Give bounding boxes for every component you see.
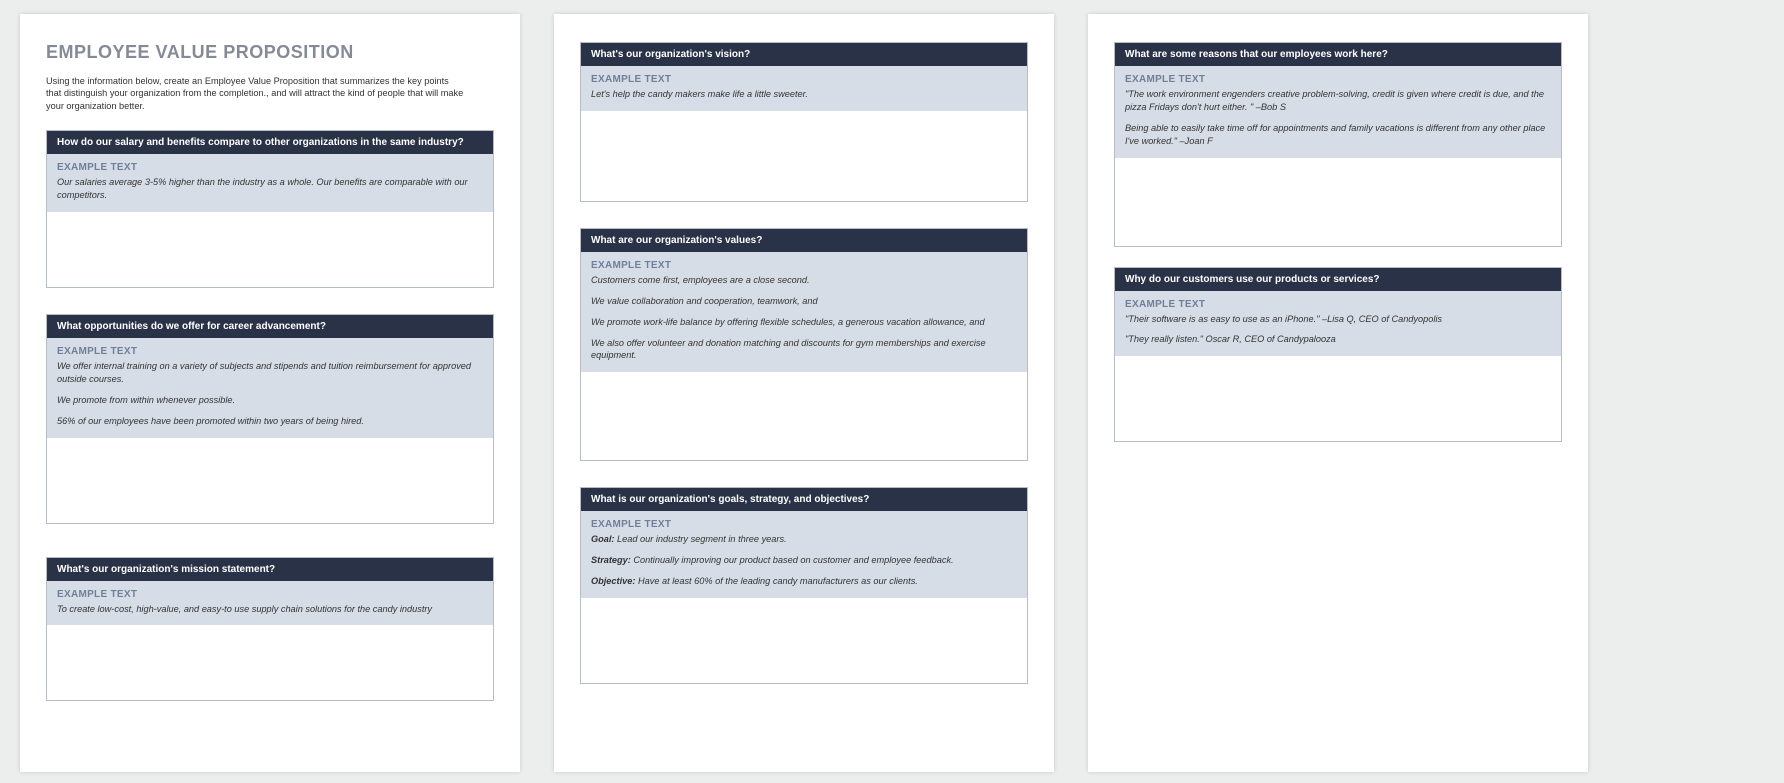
example-line: We promote work-life balance by offering… xyxy=(591,316,1017,329)
page-2: What's our organization's vision? EXAMPL… xyxy=(554,14,1054,772)
section-customers-answer[interactable] xyxy=(1115,356,1561,441)
example-line: Our salaries average 3-5% higher than th… xyxy=(57,176,483,202)
section-values: What are our organization's values? EXAM… xyxy=(580,228,1028,461)
section-vision: What's our organization's vision? EXAMPL… xyxy=(580,42,1028,202)
example-line: Goal: Lead our industry segment in three… xyxy=(591,533,1017,546)
section-goals-answer[interactable] xyxy=(581,598,1027,683)
section-reasons-answer[interactable] xyxy=(1115,158,1561,246)
section-salary-answer[interactable] xyxy=(47,212,493,287)
section-goals-question: What is our organization's goals, strate… xyxy=(581,488,1027,511)
example-line: "Their software is as easy to use as an … xyxy=(1125,313,1551,326)
section-vision-example: EXAMPLE TEXT Let's help the candy makers… xyxy=(581,66,1027,111)
section-reasons-question: What are some reasons that our employees… xyxy=(1115,43,1561,66)
section-vision-answer[interactable] xyxy=(581,111,1027,201)
section-mission-answer[interactable] xyxy=(47,625,493,700)
section-vision-question: What's our organization's vision? xyxy=(581,43,1027,66)
example-label: EXAMPLE TEXT xyxy=(57,346,483,357)
example-line: "They really listen." Oscar R, CEO of Ca… xyxy=(1125,333,1551,346)
example-line: We promote from within whenever possible… xyxy=(57,394,483,407)
example-line: Being able to easily take time off for a… xyxy=(1125,122,1551,148)
section-salary-example: EXAMPLE TEXT Our salaries average 3-5% h… xyxy=(47,154,493,212)
section-mission-example: EXAMPLE TEXT To create low-cost, high-va… xyxy=(47,581,493,626)
example-label: EXAMPLE TEXT xyxy=(57,589,483,600)
section-career: What opportunities do we offer for caree… xyxy=(46,314,494,524)
section-reasons: What are some reasons that our employees… xyxy=(1114,42,1562,247)
example-line: Objective: Have at least 60% of the lead… xyxy=(591,575,1017,588)
example-line: Strategy: Continually improving our prod… xyxy=(591,554,1017,567)
example-line: "The work environment engenders creative… xyxy=(1125,88,1551,114)
page-title: EMPLOYEE VALUE PROPOSITION xyxy=(46,42,494,63)
workspace: EMPLOYEE VALUE PROPOSITION Using the inf… xyxy=(0,0,1784,772)
example-line: 56% of our employees have been promoted … xyxy=(57,415,483,428)
intro-paragraph: Using the information below, create an E… xyxy=(46,75,466,112)
section-career-answer[interactable] xyxy=(47,438,493,523)
page-1: EMPLOYEE VALUE PROPOSITION Using the inf… xyxy=(20,14,520,772)
example-label: EXAMPLE TEXT xyxy=(1125,74,1551,85)
example-line: We value collaboration and cooperation, … xyxy=(591,295,1017,308)
example-line: We also offer volunteer and donation mat… xyxy=(591,337,1017,363)
section-mission-question: What's our organization's mission statem… xyxy=(47,558,493,581)
example-line: Let's help the candy makers make life a … xyxy=(591,88,1017,101)
example-line: We offer internal training on a variety … xyxy=(57,360,483,386)
section-salary-question: How do our salary and benefits compare t… xyxy=(47,131,493,154)
section-goals: What is our organization's goals, strate… xyxy=(580,487,1028,684)
section-values-question: What are our organization's values? xyxy=(581,229,1027,252)
section-mission: What's our organization's mission statem… xyxy=(46,557,494,702)
section-values-example: EXAMPLE TEXT Customers come first, emplo… xyxy=(581,252,1027,372)
section-reasons-example: EXAMPLE TEXT "The work environment engen… xyxy=(1115,66,1561,158)
section-customers-question: Why do our customers use our products or… xyxy=(1115,268,1561,291)
page-3: What are some reasons that our employees… xyxy=(1088,14,1588,772)
section-customers: Why do our customers use our products or… xyxy=(1114,267,1562,443)
section-goals-example: EXAMPLE TEXT Goal: Lead our industry seg… xyxy=(581,511,1027,598)
example-label: EXAMPLE TEXT xyxy=(591,260,1017,271)
example-label: EXAMPLE TEXT xyxy=(1125,299,1551,310)
section-career-example: EXAMPLE TEXT We offer internal training … xyxy=(47,338,493,438)
example-label: EXAMPLE TEXT xyxy=(57,162,483,173)
example-label: EXAMPLE TEXT xyxy=(591,519,1017,530)
section-salary: How do our salary and benefits compare t… xyxy=(46,130,494,288)
example-line: To create low-cost, high-value, and easy… xyxy=(57,603,483,616)
section-values-answer[interactable] xyxy=(581,372,1027,460)
example-line: Customers come first, employees are a cl… xyxy=(591,274,1017,287)
section-customers-example: EXAMPLE TEXT "Their software is as easy … xyxy=(1115,291,1561,357)
section-career-question: What opportunities do we offer for caree… xyxy=(47,315,493,338)
example-label: EXAMPLE TEXT xyxy=(591,74,1017,85)
